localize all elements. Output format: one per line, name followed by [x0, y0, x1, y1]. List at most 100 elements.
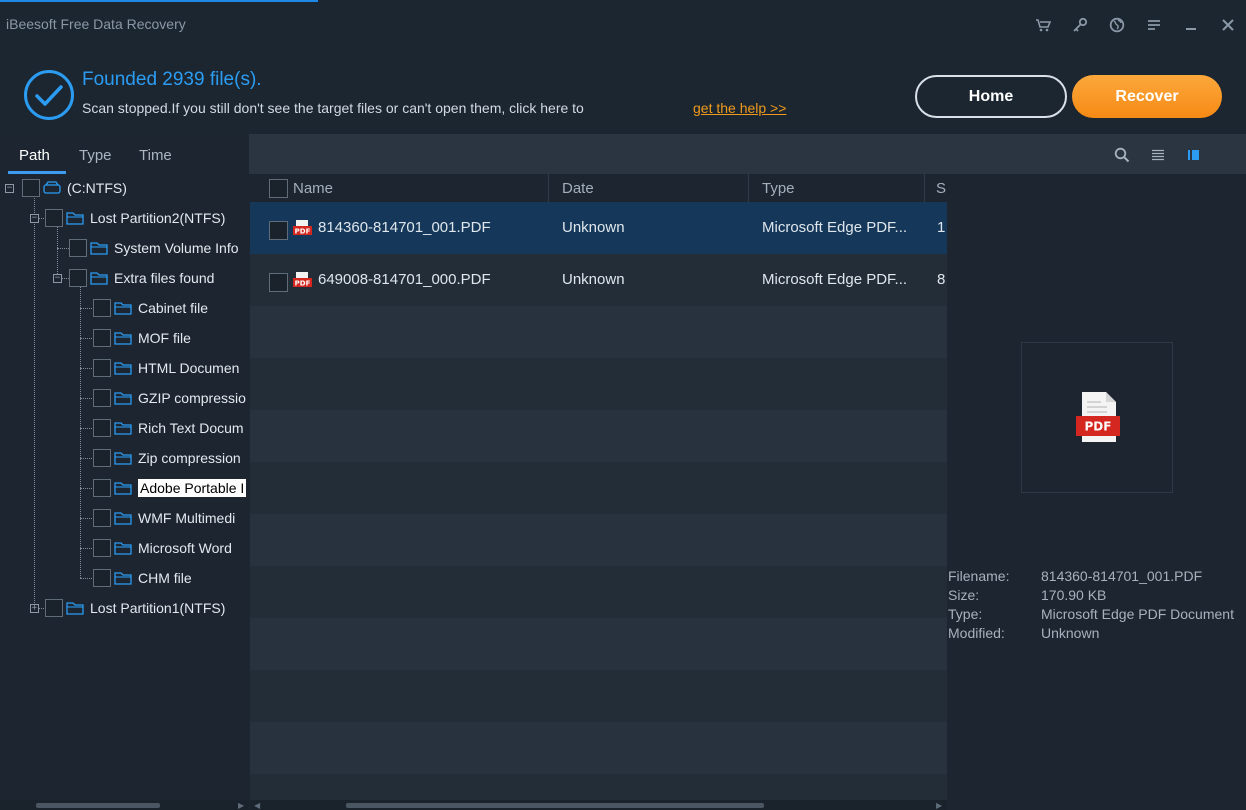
tree-node-file-type[interactable]: CHM file	[93, 566, 192, 590]
column-divider[interactable]	[924, 174, 925, 202]
tree-node-file-type[interactable]: MOF file	[93, 326, 191, 350]
file-row[interactable]: PDF 649008-814701_000.PDF Unknown Micros…	[250, 254, 947, 306]
scroll-right-icon[interactable]: ▶	[936, 801, 942, 810]
file-row-selected[interactable]: PDF 814360-814701_001.PDF Unknown Micros…	[250, 202, 947, 254]
file-date: Unknown	[562, 219, 625, 236]
file-size: 1	[937, 219, 946, 236]
tree-node-drive[interactable]: (C:NTFS)	[22, 176, 127, 200]
tree-node-file-type[interactable]: HTML Documen	[93, 356, 239, 380]
tree-node-partition1[interactable]: Lost Partition1(NTFS)	[45, 596, 225, 620]
tree-checkbox[interactable]	[93, 569, 111, 587]
pdf-preview-icon: PDF	[1076, 392, 1120, 442]
tree-checkbox[interactable]	[93, 479, 111, 497]
tree-node-file-type[interactable]: Microsoft Word	[93, 536, 232, 560]
folder-icon	[66, 212, 84, 225]
tree-node-file-type[interactable]: Zip compression	[93, 446, 241, 470]
recover-button[interactable]: Recover	[1072, 75, 1222, 118]
file-name: 814360-814701_001.PDF	[318, 219, 491, 236]
tree-label: GZIP compressio	[138, 390, 246, 406]
column-date[interactable]: Date	[562, 180, 594, 197]
tab-strip: Path Type Time	[0, 134, 249, 174]
list-horizontal-scrollbar[interactable]: ◀ ▶	[250, 800, 947, 810]
scrollbar-thumb[interactable]	[36, 803, 160, 808]
folder-icon	[114, 482, 132, 495]
tree-horizontal-scrollbar[interactable]: ▶	[0, 800, 249, 810]
tree-checkbox[interactable]	[93, 419, 111, 437]
scroll-left-icon[interactable]: ◀	[254, 801, 260, 810]
tree-line	[80, 428, 92, 429]
tab-path[interactable]: Path	[19, 147, 50, 164]
tree-checkbox[interactable]	[93, 509, 111, 527]
column-type[interactable]: Type	[762, 180, 795, 197]
tab-type[interactable]: Type	[79, 147, 112, 164]
minimize-icon[interactable]	[1172, 10, 1209, 40]
file-type: Microsoft Edge PDF...	[762, 219, 908, 236]
tree-checkbox[interactable]	[93, 299, 111, 317]
tree-checkbox[interactable]	[45, 209, 63, 227]
file-checkbox[interactable]	[269, 221, 288, 240]
tree-node-file-type[interactable]: Cabinet file	[93, 296, 208, 320]
column-divider[interactable]	[548, 174, 549, 202]
empty-row	[250, 566, 947, 618]
info-value: 814360-814701_001.PDF	[1041, 568, 1203, 584]
info-value: 170.90 KB	[1041, 587, 1107, 603]
select-all-checkbox[interactable]	[269, 179, 288, 198]
close-icon[interactable]	[1209, 10, 1246, 40]
list-view-icon[interactable]	[1140, 144, 1176, 166]
tree-label: (C:NTFS)	[67, 180, 127, 196]
file-checkbox[interactable]	[269, 273, 288, 292]
preview-pane-icon[interactable]	[1176, 144, 1212, 166]
key-icon[interactable]	[1061, 10, 1098, 40]
tree-node-file-type[interactable]: Rich Text Docum	[93, 416, 244, 440]
tree-node-file-type[interactable]: GZIP compressio	[93, 386, 246, 410]
scroll-right-icon[interactable]: ▶	[238, 801, 244, 810]
empty-row	[250, 514, 947, 566]
empty-row	[250, 462, 947, 514]
tree-checkbox[interactable]	[69, 269, 87, 287]
empty-row	[250, 722, 947, 774]
tree-checkbox[interactable]	[93, 449, 111, 467]
folder-icon	[114, 512, 132, 525]
tree-checkbox[interactable]	[22, 179, 40, 197]
tree-label: Zip compression	[138, 450, 241, 466]
tree-checkbox[interactable]	[93, 389, 111, 407]
window-controls	[1024, 10, 1246, 40]
tree-label: HTML Documen	[138, 360, 240, 376]
folder-icon	[66, 602, 84, 615]
tree-node-system-volume[interactable]: System Volume Info	[69, 236, 239, 260]
tree-checkbox[interactable]	[69, 239, 87, 257]
tree-node-partition2[interactable]: Lost Partition2(NTFS)	[45, 206, 225, 230]
column-name[interactable]: Name	[293, 180, 333, 197]
get-help-link[interactable]: get the help >>	[693, 100, 786, 116]
column-divider[interactable]	[748, 174, 749, 202]
tree-node-file-type-selected[interactable]: Adobe Portable I	[93, 476, 247, 500]
search-icon[interactable]	[1104, 144, 1140, 166]
home-button[interactable]: Home	[915, 75, 1067, 118]
collapse-icon[interactable]: −	[5, 184, 14, 193]
tree-checkbox[interactable]	[93, 359, 111, 377]
tree-node-file-type[interactable]: WMF Multimedi	[93, 506, 235, 530]
cart-icon[interactable]	[1024, 10, 1061, 40]
tree-checkbox[interactable]	[45, 599, 63, 617]
empty-row	[250, 410, 947, 462]
drive-icon	[43, 181, 61, 194]
tree-checkbox[interactable]	[93, 329, 111, 347]
tree-line	[80, 308, 92, 309]
folder-icon	[114, 392, 132, 405]
preview-thumbnail: PDF	[1021, 342, 1173, 493]
info-value: Microsoft Edge PDF Document	[1041, 606, 1234, 622]
tree-checkbox[interactable]	[93, 539, 111, 557]
preview-panel: PDF Filename: 814360-814701_001.PDF Size…	[947, 174, 1246, 800]
menu-icon[interactable]	[1135, 10, 1172, 40]
globe-icon[interactable]	[1098, 10, 1135, 40]
column-size[interactable]: S	[936, 180, 946, 197]
pdf-file-icon: PDF	[293, 272, 312, 288]
found-count: Founded 2939 file(s).	[82, 69, 262, 90]
scrollbar-thumb[interactable]	[346, 803, 764, 808]
collapse-icon[interactable]: −	[30, 214, 39, 223]
tree-node-extra-files[interactable]: Extra files found	[69, 266, 214, 290]
collapse-icon[interactable]: −	[53, 274, 62, 283]
tab-time[interactable]: Time	[139, 147, 172, 164]
tree-line	[80, 368, 92, 369]
expand-icon[interactable]: +	[30, 604, 39, 613]
